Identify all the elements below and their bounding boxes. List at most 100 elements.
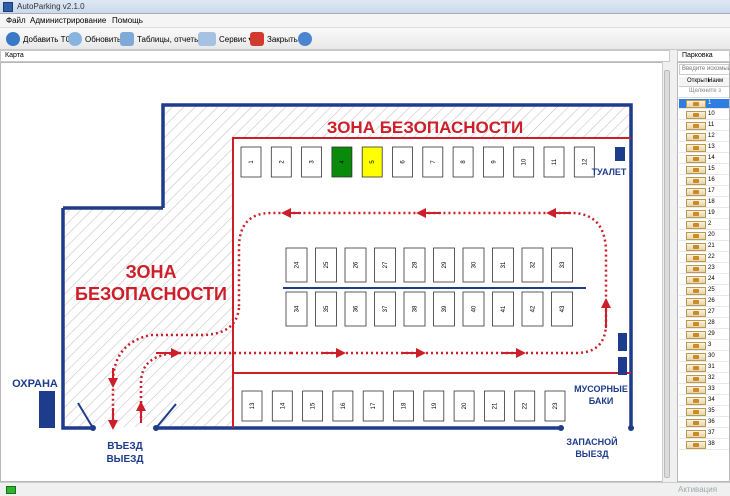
parking-spot[interactable]: 39 xyxy=(433,291,455,327)
parking-spot[interactable]: 9 xyxy=(482,146,504,178)
open-spot-button[interactable] xyxy=(686,133,706,141)
table-row[interactable]: 17 xyxy=(679,187,729,197)
open-spot-button[interactable] xyxy=(686,188,706,196)
open-spot-button[interactable] xyxy=(686,177,706,185)
open-spot-button[interactable] xyxy=(686,144,706,152)
table-row[interactable]: 14 xyxy=(679,154,729,164)
table-row[interactable]: 13 xyxy=(679,143,729,153)
table-row[interactable]: 29 xyxy=(679,330,729,340)
table-row[interactable]: 1 xyxy=(679,99,729,109)
parking-spot[interactable]: 3 xyxy=(301,146,323,178)
open-spot-button[interactable] xyxy=(686,331,706,339)
parking-spot[interactable]: 35 xyxy=(315,291,337,327)
table-row[interactable]: 19 xyxy=(679,209,729,219)
table-row[interactable]: 22 xyxy=(679,253,729,263)
table-row[interactable]: 12 xyxy=(679,132,729,142)
parking-spot[interactable]: 21 xyxy=(483,390,505,422)
parking-spot[interactable]: 14 xyxy=(271,390,293,422)
table-row[interactable]: 23 xyxy=(679,264,729,274)
open-spot-button[interactable] xyxy=(686,100,706,108)
parking-spot[interactable]: 32 xyxy=(521,247,544,283)
table-row[interactable]: 10 xyxy=(679,110,729,120)
open-spot-button[interactable] xyxy=(686,342,706,350)
open-spot-button[interactable] xyxy=(686,210,706,218)
table-row[interactable]: 21 xyxy=(679,242,729,252)
parking-spot[interactable]: 23 xyxy=(544,390,566,422)
table-row[interactable]: 27 xyxy=(679,308,729,318)
table-row[interactable]: 35 xyxy=(679,407,729,417)
open-spot-button[interactable] xyxy=(686,265,706,273)
parking-spot[interactable]: 7 xyxy=(422,146,444,178)
menu-help[interactable]: Помощь xyxy=(112,16,143,25)
open-spot-button[interactable] xyxy=(686,276,706,284)
table-row[interactable]: 38 xyxy=(679,440,729,450)
open-spot-button[interactable] xyxy=(686,155,706,163)
parking-spot[interactable]: 20 xyxy=(453,390,475,422)
table-row[interactable]: 26 xyxy=(679,297,729,307)
parking-spot[interactable]: 4 xyxy=(331,146,353,178)
open-spot-button[interactable] xyxy=(686,221,706,229)
table-row[interactable]: 20 xyxy=(679,231,729,241)
parking-spot[interactable]: 29 xyxy=(433,247,455,283)
open-spot-button[interactable] xyxy=(686,441,706,449)
parking-spot[interactable]: 18 xyxy=(393,390,414,422)
open-spot-button[interactable] xyxy=(686,254,706,262)
parking-spot[interactable]: 37 xyxy=(374,291,396,327)
parking-spot[interactable]: 28 xyxy=(403,247,426,283)
parking-spot[interactable]: 13 xyxy=(241,390,263,422)
table-row[interactable]: 25 xyxy=(679,286,729,296)
parking-spot[interactable]: 42 xyxy=(521,291,544,327)
col-name[interactable]: Наим xyxy=(708,78,723,84)
parking-spot[interactable]: 38 xyxy=(403,291,426,327)
table-row[interactable]: 18 xyxy=(679,198,729,208)
parking-spot[interactable]: 36 xyxy=(344,291,367,327)
table-row[interactable]: 30 xyxy=(679,352,729,362)
open-spot-button[interactable] xyxy=(686,309,706,317)
parking-spot[interactable]: 15 xyxy=(302,390,324,422)
filter-row[interactable]: Щелкните з xyxy=(679,87,729,98)
open-spot-button[interactable] xyxy=(686,122,706,130)
help-button[interactable] xyxy=(298,31,315,47)
parking-spot[interactable]: 19 xyxy=(423,390,445,422)
open-spot-button[interactable] xyxy=(686,397,706,405)
open-spot-button[interactable] xyxy=(686,166,706,174)
open-spot-button[interactable] xyxy=(686,232,706,240)
parking-spot[interactable]: 33 xyxy=(551,247,573,283)
open-spot-button[interactable] xyxy=(686,111,706,119)
table-row[interactable]: 2 xyxy=(679,220,729,230)
menu-file[interactable]: Файл xyxy=(6,16,26,25)
parking-spot[interactable]: 16 xyxy=(332,390,354,422)
open-spot-button[interactable] xyxy=(686,430,706,438)
open-spot-button[interactable] xyxy=(686,353,706,361)
parking-spot[interactable]: 27 xyxy=(374,247,396,283)
parking-spot[interactable]: 25 xyxy=(315,247,337,283)
table-row[interactable]: 34 xyxy=(679,396,729,406)
table-row[interactable]: 31 xyxy=(679,363,729,373)
open-spot-button[interactable] xyxy=(686,408,706,416)
parking-spot[interactable]: 22 xyxy=(514,390,536,422)
parking-spot[interactable]: 31 xyxy=(492,247,514,283)
open-spot-button[interactable] xyxy=(686,320,706,328)
open-spot-button[interactable] xyxy=(686,386,706,394)
parking-spot[interactable]: 34 xyxy=(285,291,308,327)
parking-spot[interactable]: 5 xyxy=(361,146,383,178)
table-row[interactable]: 24 xyxy=(679,275,729,285)
refresh-button[interactable]: Обновить xyxy=(68,31,121,47)
menu-admin[interactable]: Администрирование xyxy=(30,16,106,25)
table-row[interactable]: 33 xyxy=(679,385,729,395)
parking-spot[interactable]: 24 xyxy=(285,247,308,283)
parking-spot[interactable]: 17 xyxy=(362,390,384,422)
parking-spot[interactable]: 41 xyxy=(492,291,514,327)
parking-spot[interactable]: 26 xyxy=(344,247,367,283)
table-row[interactable]: 11 xyxy=(679,121,729,131)
parking-spot[interactable]: 1 xyxy=(240,146,262,178)
search-input[interactable]: Введите искомый xyxy=(679,64,729,75)
open-spot-button[interactable] xyxy=(686,375,706,383)
open-spot-button[interactable] xyxy=(686,298,706,306)
table-row[interactable]: 36 xyxy=(679,418,729,428)
parking-spot[interactable]: 40 xyxy=(462,291,485,327)
parking-spot[interactable]: 30 xyxy=(462,247,485,283)
scrollbar-thumb[interactable] xyxy=(664,70,670,478)
table-row[interactable]: 15 xyxy=(679,165,729,175)
table-row[interactable]: 28 xyxy=(679,319,729,329)
